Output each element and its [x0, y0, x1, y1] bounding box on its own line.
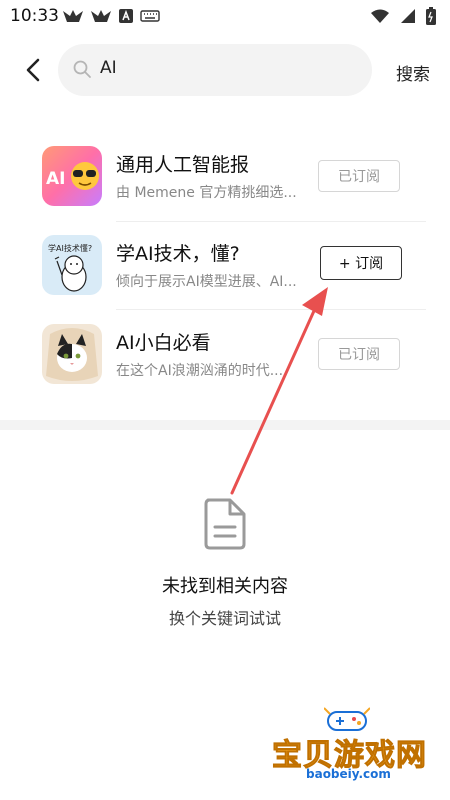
item-desc: 倾向于展示AI模型进展、AI... [116, 274, 297, 290]
list-item[interactable]: AI小白必看 在这个AI浪潮汹涌的时代... 已订阅 [0, 308, 450, 396]
empty-state-title: 未找到相关内容 [162, 576, 288, 597]
empty-state-subtitle: 换个关键词试试 [168, 609, 281, 628]
bird-icon [91, 10, 111, 22]
thumb-ai-tech: 学AI技术懂? [42, 235, 102, 295]
search-query: AI [100, 58, 117, 78]
search-icon [73, 60, 91, 78]
font-icon [119, 9, 133, 23]
thumb-ai-report: AI [42, 146, 102, 206]
search-input[interactable]: AI [58, 44, 372, 96]
item-title: 学AI技术，懂? [116, 243, 240, 265]
document-icon [204, 498, 246, 550]
thumb-caption: 学AI技术懂? [48, 243, 92, 253]
chevron-left-icon [26, 58, 40, 82]
search-button[interactable]: 搜索 [396, 60, 430, 85]
item-desc: 由 Memene 官方精挑细选... [116, 185, 297, 201]
item-desc: 在这个AI浪潮汹涌的时代... [116, 363, 284, 379]
signal-icon [401, 9, 415, 23]
status-bar: 10:33 [0, 0, 450, 34]
status-system-icons [370, 7, 436, 25]
annotation-arrow [230, 287, 328, 495]
subscribed-button[interactable]: 已订阅 [318, 160, 400, 192]
section-divider [0, 420, 450, 430]
wifi-icon [371, 9, 389, 23]
bird-icon [63, 10, 83, 22]
keyboard-icon [140, 10, 160, 22]
watermark-url: baobeiy.com [306, 767, 391, 781]
back-button[interactable] [22, 56, 46, 84]
subscribed-button[interactable]: 已订阅 [318, 338, 400, 370]
battery-icon [426, 7, 436, 25]
item-title: AI小白必看 [116, 332, 211, 354]
thumb-cat [42, 324, 102, 384]
subscribe-button[interactable]: + 订阅 [320, 246, 402, 280]
status-notification-icons [62, 8, 160, 24]
thumb-ai-label: AI [46, 169, 65, 189]
list-item[interactable]: AI 通用人工智能报 由 Memene 官方精挑细选... 已订阅 [0, 130, 450, 218]
item-title: 通用人工智能报 [116, 154, 250, 176]
watermark-logo: 宝贝游戏网 baobeiy.com [270, 706, 430, 800]
list-item[interactable]: 学AI技术懂? 学AI技术，懂? 倾向于展示AI模型进展、AI... + 订阅 [0, 219, 450, 307]
status-time: 10:33 [10, 6, 59, 26]
